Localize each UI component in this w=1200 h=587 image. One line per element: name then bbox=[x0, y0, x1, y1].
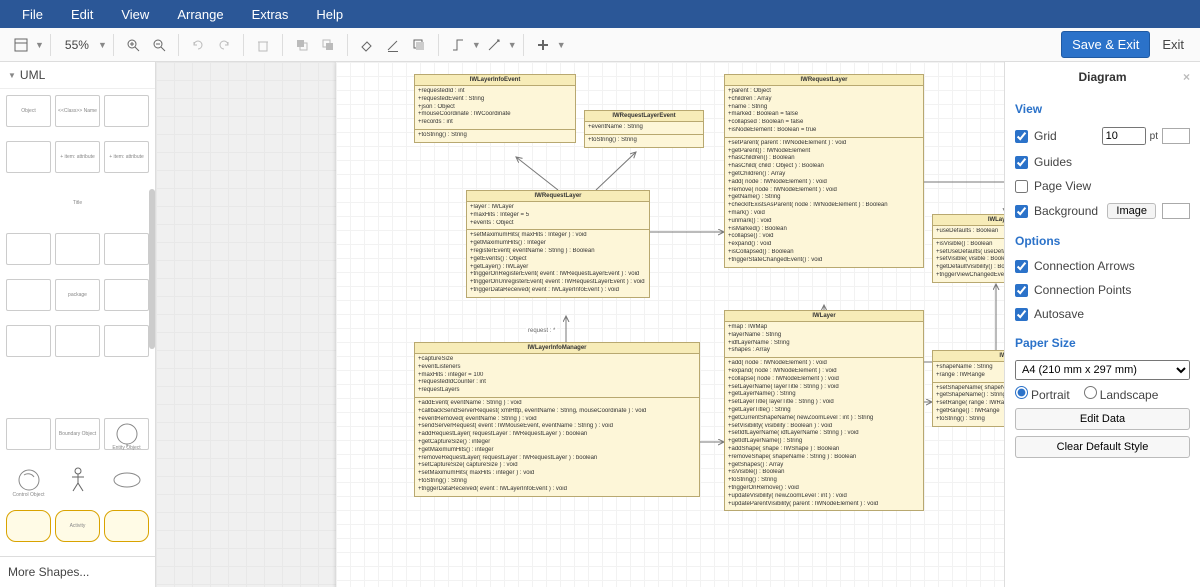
shapes-sidebar: ▼UML Object<<Class>> Name+ item: attribu… bbox=[0, 62, 156, 587]
guides-checkbox[interactable] bbox=[1015, 156, 1028, 169]
uml-class-IWRequestLayerInt[interactable]: IWRequestLayer+parent : Object+children … bbox=[724, 74, 924, 268]
shapes-category-header[interactable]: ▼UML bbox=[0, 62, 155, 89]
uml-class-IWRequestLayerCls[interactable]: IWRequestLayer+layer : IWLayer+maxHits :… bbox=[466, 190, 650, 298]
shape-palette-item[interactable]: Activity bbox=[55, 510, 100, 542]
add-icon[interactable] bbox=[531, 33, 555, 57]
exit-button[interactable]: Exit bbox=[1154, 32, 1192, 57]
menu-extras[interactable]: Extras bbox=[238, 3, 303, 26]
section-options: Options bbox=[1015, 234, 1190, 248]
zoom-level[interactable]: 55% bbox=[57, 38, 97, 52]
shape-palette-item[interactable]: + item: attribute bbox=[104, 141, 149, 173]
menu-view[interactable]: View bbox=[107, 3, 163, 26]
shape-palette-item[interactable] bbox=[55, 464, 100, 496]
shape-palette-item[interactable] bbox=[6, 187, 51, 219]
shape-palette-item[interactable] bbox=[6, 418, 51, 450]
shape-palette-item[interactable] bbox=[104, 510, 149, 542]
chevron-down-icon[interactable]: ▼ bbox=[508, 40, 517, 50]
shape-palette-item[interactable] bbox=[6, 141, 51, 173]
shape-palette-item[interactable] bbox=[6, 372, 51, 404]
fit-page-icon[interactable] bbox=[9, 33, 33, 57]
canvas[interactable]: request : * IWLayerInfoEvent+requestedId… bbox=[156, 62, 1004, 587]
properties-sidebar: Diagram× View Gridpt Guides Page View Ba… bbox=[1004, 62, 1200, 587]
uml-class-IWRequestLayerEvent[interactable]: IWRequestLayerEvent+eventName : String+t… bbox=[584, 110, 704, 148]
uml-class-IWLayerInfoEvent[interactable]: IWLayerInfoEvent+requestedId : int+reque… bbox=[414, 74, 576, 143]
chevron-down-icon[interactable]: ▼ bbox=[98, 40, 107, 50]
grid-color-swatch[interactable] bbox=[1162, 128, 1190, 144]
section-view: View bbox=[1015, 102, 1190, 116]
image-button[interactable]: Image bbox=[1107, 203, 1156, 219]
save-exit-button[interactable]: Save & Exit bbox=[1061, 31, 1150, 58]
menu-edit[interactable]: Edit bbox=[57, 3, 107, 26]
shape-palette-item[interactable] bbox=[104, 279, 149, 311]
section-paper: Paper Size bbox=[1015, 336, 1190, 350]
to-front-icon[interactable] bbox=[290, 33, 314, 57]
fill-color-icon[interactable] bbox=[355, 33, 379, 57]
conn-points-checkbox[interactable] bbox=[1015, 284, 1028, 297]
toolbar: ▼ 55% ▼ ▼ ▼ ▼ Save & Exit Exit bbox=[0, 28, 1200, 62]
panel-title: Diagram× bbox=[1015, 62, 1190, 92]
shape-palette-item[interactable] bbox=[104, 464, 149, 496]
shape-palette-item[interactable] bbox=[55, 233, 100, 265]
paper-size-select[interactable]: A4 (210 mm x 297 mm) bbox=[1015, 360, 1190, 380]
waypoint-icon[interactable] bbox=[482, 33, 506, 57]
shape-palette-item[interactable]: package bbox=[55, 279, 100, 311]
zoom-out-icon[interactable] bbox=[147, 33, 171, 57]
menu-file[interactable]: File bbox=[8, 3, 57, 26]
shape-palette-item[interactable]: <<Class>> Name bbox=[55, 95, 100, 127]
connection-icon[interactable] bbox=[446, 33, 470, 57]
shape-palette-item[interactable]: Object bbox=[6, 95, 51, 127]
redo-icon[interactable] bbox=[212, 33, 236, 57]
scrollbar-thumb[interactable] bbox=[149, 189, 155, 349]
background-checkbox[interactable] bbox=[1015, 205, 1028, 218]
shape-palette-item[interactable]: Control Object bbox=[6, 464, 51, 496]
portrait-radio[interactable]: Portrait bbox=[1015, 386, 1070, 402]
delete-icon[interactable] bbox=[251, 33, 275, 57]
shape-palette-item[interactable] bbox=[104, 372, 149, 404]
landscape-radio[interactable]: Landscape bbox=[1084, 386, 1159, 402]
chevron-down-icon[interactable]: ▼ bbox=[557, 40, 566, 50]
shape-palette-item[interactable] bbox=[6, 510, 51, 542]
shadow-icon[interactable] bbox=[407, 33, 431, 57]
grid-checkbox[interactable] bbox=[1015, 130, 1028, 143]
more-shapes-button[interactable]: More Shapes... bbox=[0, 556, 155, 587]
menu-arrange[interactable]: Arrange bbox=[163, 3, 237, 26]
chevron-down-icon[interactable]: ▼ bbox=[472, 40, 481, 50]
edge-label: request : * bbox=[526, 328, 557, 334]
page-view-checkbox[interactable] bbox=[1015, 180, 1028, 193]
shape-palette-item[interactable]: Title bbox=[55, 187, 100, 219]
drawing-sheet[interactable]: request : * IWLayerInfoEvent+requestedId… bbox=[336, 62, 1004, 587]
chevron-down-icon: ▼ bbox=[8, 71, 16, 80]
uml-class-IWLayerInterface[interactable]: IWLayerInterface+useDefaults : Boolean+i… bbox=[932, 214, 1004, 283]
shape-palette-item[interactable] bbox=[104, 95, 149, 127]
shape-palette-item[interactable]: Entity Object bbox=[104, 418, 149, 450]
shape-palette-item[interactable]: Boundary Object bbox=[55, 418, 100, 450]
undo-icon[interactable] bbox=[186, 33, 210, 57]
menu-help[interactable]: Help bbox=[302, 3, 357, 26]
grid-size-input[interactable] bbox=[1102, 127, 1146, 145]
line-color-icon[interactable] bbox=[381, 33, 405, 57]
zoom-in-icon[interactable] bbox=[121, 33, 145, 57]
bg-color-swatch[interactable] bbox=[1162, 203, 1190, 219]
to-back-icon[interactable] bbox=[316, 33, 340, 57]
autosave-checkbox[interactable] bbox=[1015, 308, 1028, 321]
shape-palette-item[interactable] bbox=[55, 372, 100, 404]
uml-class-IWLayerInfoManager[interactable]: IWLayerInfoManager+captureSize+eventList… bbox=[414, 342, 700, 497]
shapes-grid: Object<<Class>> Name+ item: attribute+ i… bbox=[0, 89, 155, 556]
conn-arrows-checkbox[interactable] bbox=[1015, 260, 1028, 273]
chevron-down-icon[interactable]: ▼ bbox=[35, 40, 44, 50]
clear-style-button[interactable]: Clear Default Style bbox=[1015, 436, 1190, 458]
edit-data-button[interactable]: Edit Data bbox=[1015, 408, 1190, 430]
close-icon[interactable]: × bbox=[1183, 70, 1190, 84]
uml-class-IWShape[interactable]: IWShape+shapeName : String+range : IWRan… bbox=[932, 350, 1004, 427]
shape-palette-item[interactable] bbox=[6, 279, 51, 311]
shape-palette-item[interactable] bbox=[104, 187, 149, 219]
shape-palette-item[interactable] bbox=[6, 233, 51, 265]
shape-palette-item[interactable] bbox=[55, 325, 100, 357]
shape-palette-item[interactable]: + item: attribute bbox=[55, 141, 100, 173]
uml-class-IWLayer[interactable]: IWLayer+map : IWMap+layerName : String+i… bbox=[724, 310, 924, 511]
shape-palette-item[interactable] bbox=[104, 233, 149, 265]
shape-palette-item[interactable] bbox=[104, 325, 149, 357]
shape-palette-item[interactable] bbox=[6, 325, 51, 357]
menubar: File Edit View Arrange Extras Help bbox=[0, 0, 1200, 28]
